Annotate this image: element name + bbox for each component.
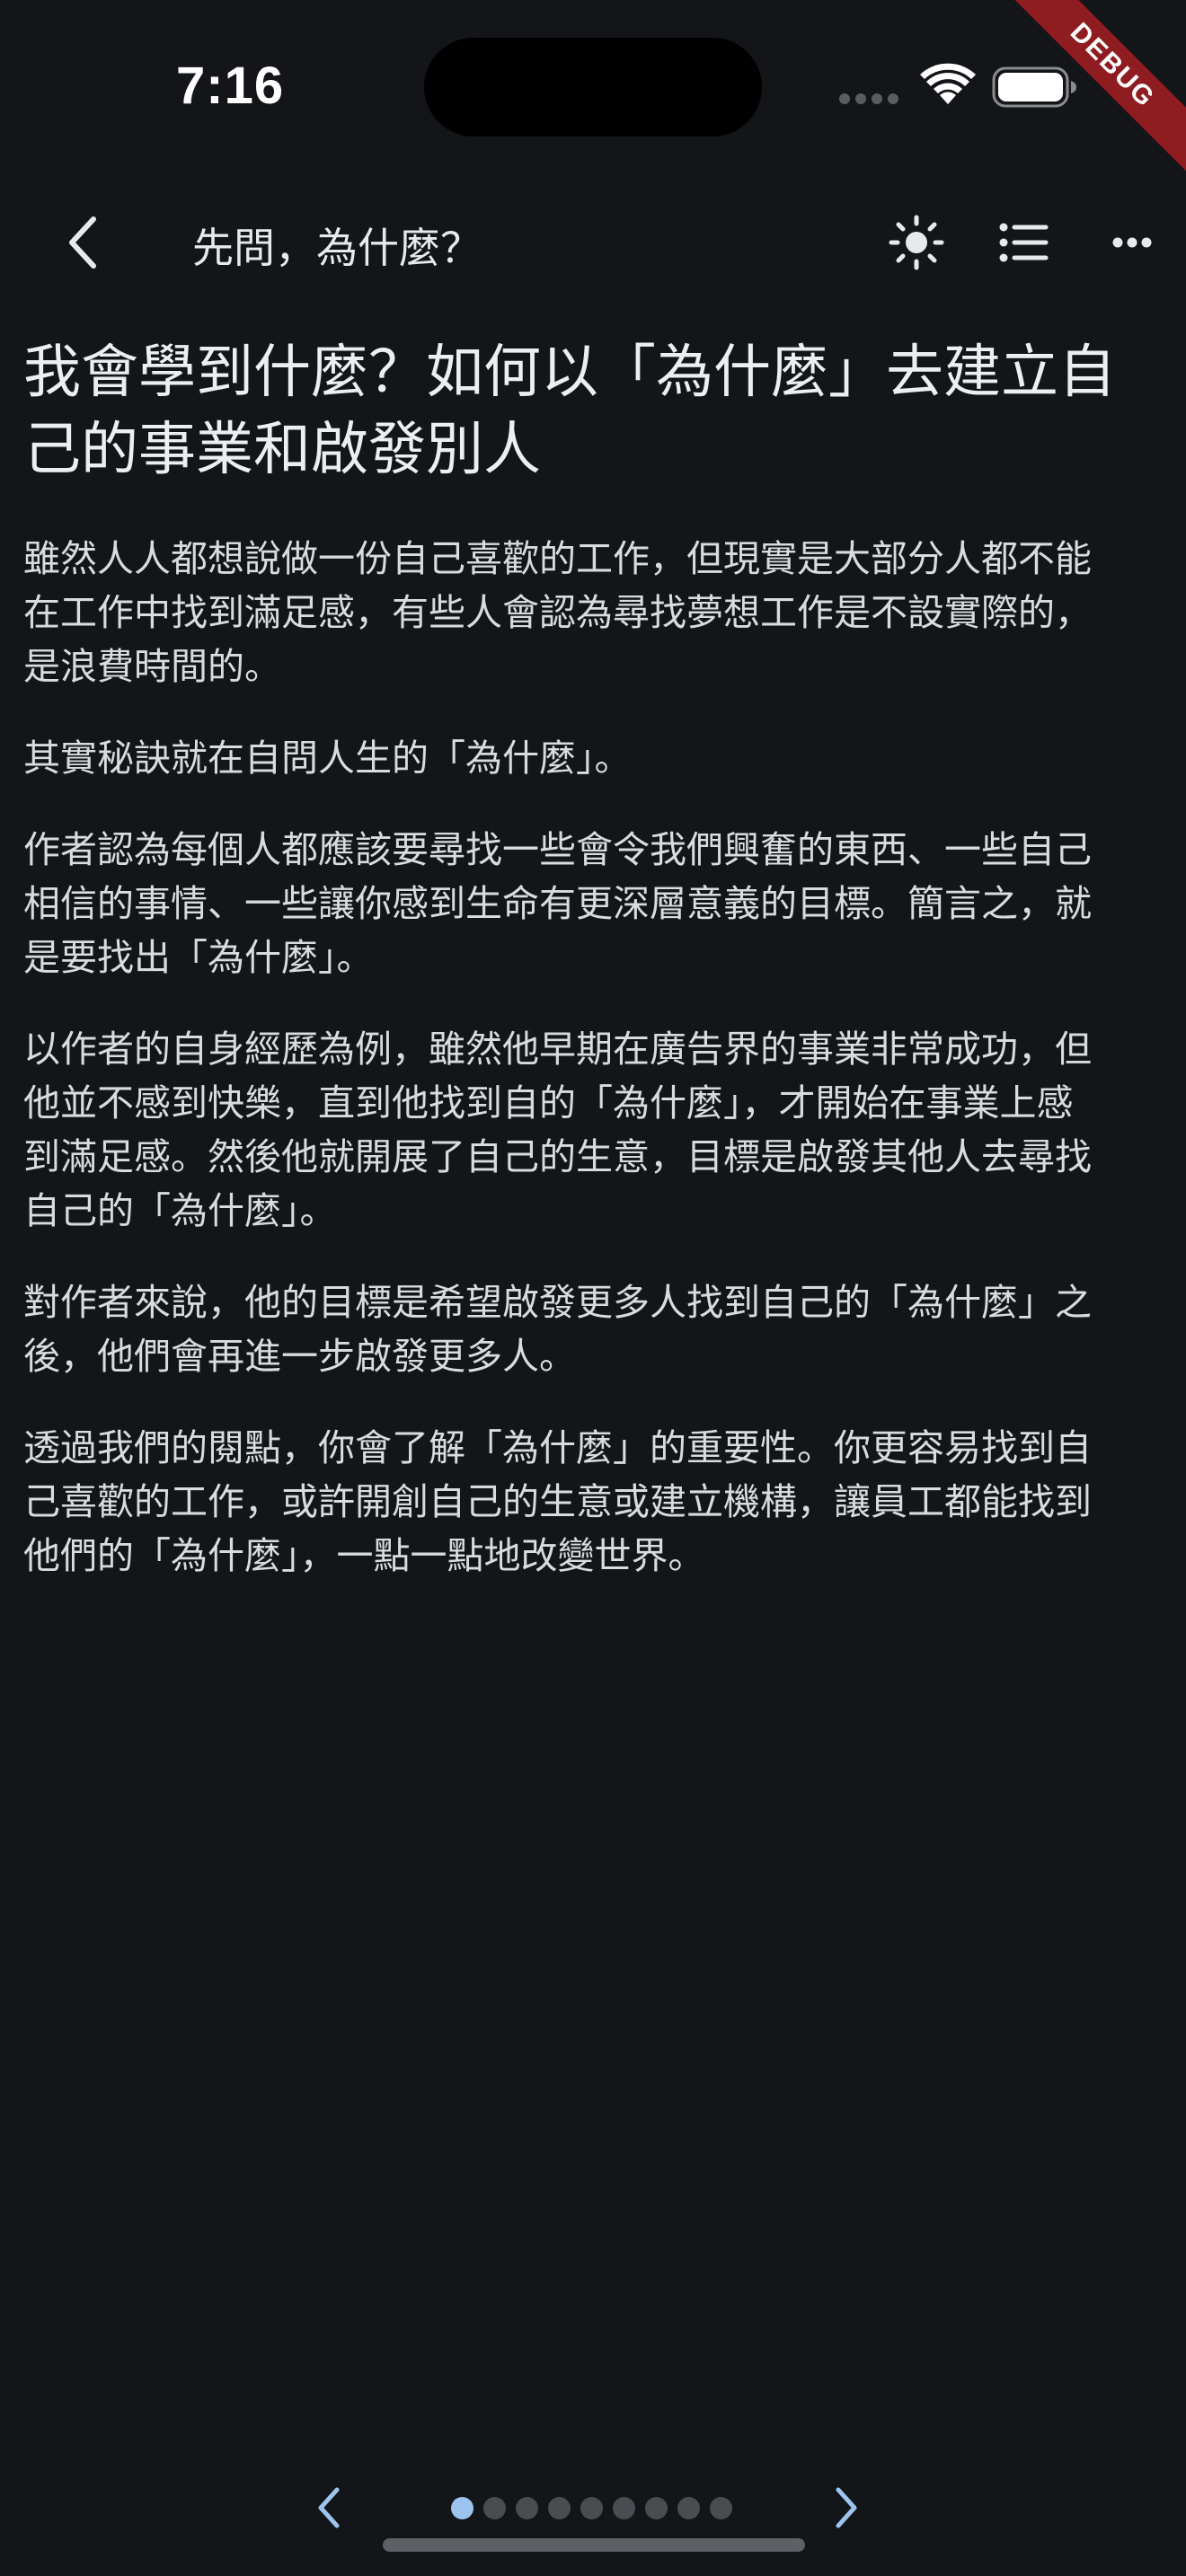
status-time: 7:16 xyxy=(176,57,285,115)
article-content: 我會學到什麼？如何以「為什麼」去建立自 己的事業和啟發別人 雖然人人都想說做一份… xyxy=(23,334,1166,1620)
paragraph-line: 是要找出「為什麼」。 xyxy=(23,936,374,979)
page-dot[interactable] xyxy=(645,2497,668,2519)
paragraph-line: 透過我們的閱點，你會了解「為什麼」的重要性。你更容易找到自 xyxy=(23,1426,1092,1469)
table-of-contents-button[interactable] xyxy=(987,205,1062,280)
page-dot[interactable] xyxy=(483,2497,506,2519)
article-paragraph: 透過我們的閱點，你會了解「為什麼」的重要性。你更容易找到自 己喜歡的工作，或許開… xyxy=(23,1421,1166,1583)
article-paragraph: 對作者來說，他的目標是希望啟發更多人找到自己的「為什麼」之 後，他們會再進一步啟… xyxy=(23,1275,1166,1383)
page-dot[interactable] xyxy=(613,2497,635,2519)
back-button[interactable] xyxy=(45,205,120,280)
more-horizontal-icon xyxy=(1112,237,1152,248)
paragraph-line: 到滿足感。然後他就開展了自己的生意，目標是啟發其他人去尋找 xyxy=(23,1135,1092,1178)
brightness-icon xyxy=(889,215,944,270)
article-heading-line: 己的事業和啟發別人 xyxy=(23,417,541,483)
paragraph-line: 對作者來說，他的目標是希望啟發更多人找到自己的「為什麼」之 xyxy=(23,1281,1092,1324)
page-dot[interactable] xyxy=(677,2497,700,2519)
paragraph-line: 他們的「為什麼」，一點一點地改變世界。 xyxy=(23,1534,705,1577)
article-paragraph: 以作者的自身經歷為例，雖然他早期在廣告界的事業非常成功，但 他並不感到快樂，直到… xyxy=(23,1022,1166,1238)
wifi-icon xyxy=(920,63,976,104)
home-indicator[interactable] xyxy=(383,2538,805,2552)
theme-toggle-button[interactable] xyxy=(879,205,954,280)
debug-banner: DEBUG xyxy=(988,0,1186,198)
paragraph-line: 他並不感到快樂，直到他找到自的「為什麼」，才開始在事業上感 xyxy=(23,1081,1074,1125)
page-indicator xyxy=(451,2497,732,2519)
cellular-signal-icon xyxy=(839,93,898,104)
page-navigator xyxy=(0,2470,1186,2545)
page-dot[interactable] xyxy=(451,2497,474,2519)
previous-page-button[interactable] xyxy=(296,2475,361,2540)
article-heading-line: 我會學到什麼？如何以「為什麼」去建立自 xyxy=(23,340,1116,406)
page-title: 先問，為什麼？ xyxy=(192,224,482,272)
paragraph-line: 作者認為每個人都應該要尋找一些會令我們興奮的東西、一些自己 xyxy=(23,828,1092,871)
more-options-button[interactable] xyxy=(1094,205,1170,280)
paragraph-line: 其實秘訣就在自問人生的「為什麼」。 xyxy=(23,737,632,780)
paragraph-line: 雖然人人都想說做一份自己喜歡的工作，但現實是大部分人都不能 xyxy=(23,537,1092,580)
paragraph-line: 自己的「為什麼」。 xyxy=(23,1189,337,1232)
paragraph-line: 在工作中找到滿足感，有些人會認為尋找夢想工作是不設實際的， xyxy=(23,591,1092,634)
article-paragraph: 其實秘訣就在自問人生的「為什麼」。 xyxy=(23,731,1166,785)
article-paragraph: 作者認為每個人都應該要尋找一些會令我們興奮的東西、一些自己 相信的事情、一些讓你… xyxy=(23,823,1166,984)
chevron-left-icon xyxy=(69,216,96,269)
list-icon xyxy=(999,223,1049,262)
paragraph-line: 己喜歡的工作，或許開創自己的生意或建立機構，讓員工都能找到 xyxy=(23,1480,1092,1523)
paragraph-line: 以作者的自身經歷為例，雖然他早期在廣告界的事業非常成功，但 xyxy=(23,1028,1092,1071)
article-heading: 我會學到什麼？如何以「為什麼」去建立自 己的事業和啟發別人 xyxy=(23,334,1166,489)
page-dot[interactable] xyxy=(548,2497,571,2519)
chevron-left-icon xyxy=(318,2487,340,2528)
page-dot[interactable] xyxy=(516,2497,538,2519)
paragraph-line: 是浪費時間的。 xyxy=(23,645,281,688)
page-dot[interactable] xyxy=(710,2497,732,2519)
app-bar: 先問，為什麼？ xyxy=(0,189,1186,296)
paragraph-line: 相信的事情、一些讓你感到生命有更深層意義的目標。簡言之，就 xyxy=(23,882,1092,925)
dynamic-island xyxy=(424,38,762,137)
chevron-right-icon xyxy=(836,2487,857,2528)
article-paragraph: 雖然人人都想說做一份自己喜歡的工作，但現實是大部分人都不能 在工作中找到滿足感，… xyxy=(23,532,1166,693)
next-page-button[interactable] xyxy=(814,2475,879,2540)
debug-label: DEBUG xyxy=(995,0,1186,183)
paragraph-line: 後，他們會再進一步啟發更多人。 xyxy=(23,1335,576,1378)
page-dot[interactable] xyxy=(580,2497,603,2519)
